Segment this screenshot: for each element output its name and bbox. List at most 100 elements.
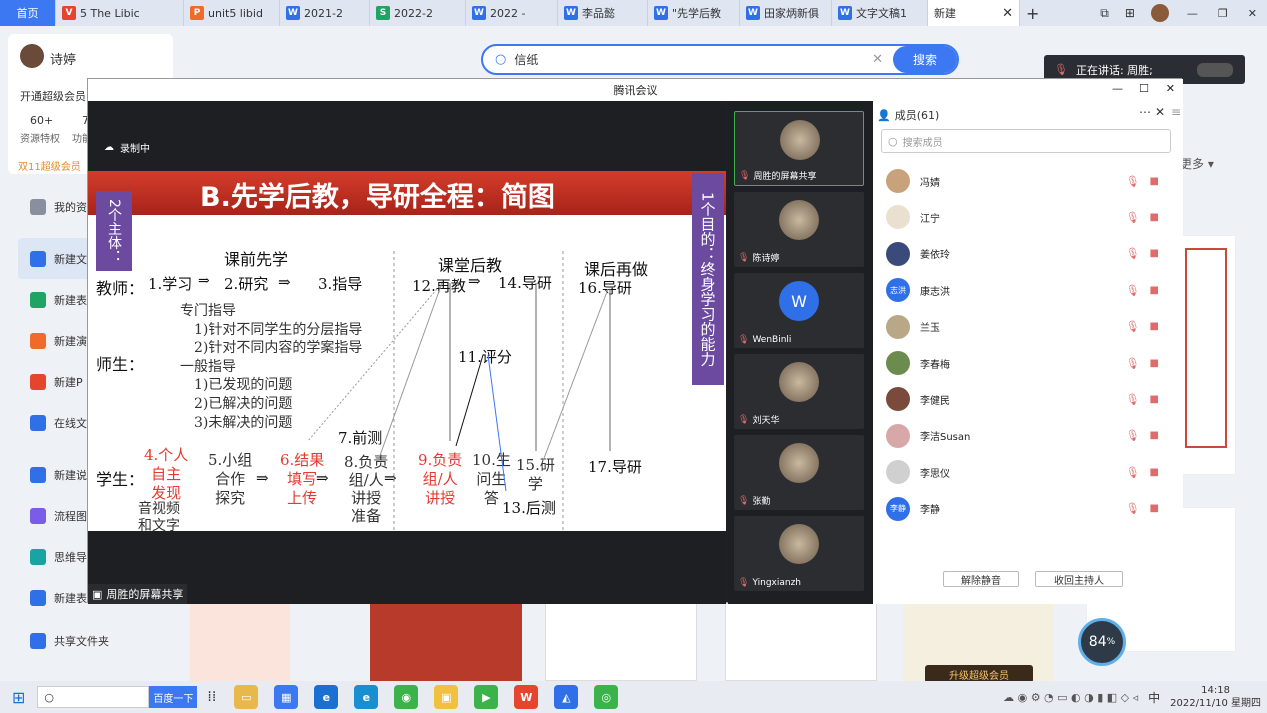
clear-icon[interactable]: ✕: [872, 52, 883, 67]
tab-document[interactable]: W 2021-2: [280, 0, 370, 26]
camera-off-icon[interactable]: ■: [1150, 394, 1159, 405]
camera-off-icon[interactable]: ■: [1150, 430, 1159, 441]
video-tile[interactable]: 🎙 张勤: [734, 435, 864, 510]
member-row[interactable]: 冯婧 🎙 ■: [873, 163, 1173, 199]
mic-muted-icon[interactable]: 🎙: [1126, 284, 1140, 297]
member-row[interactable]: 李思仪 🎙 ■: [873, 454, 1173, 490]
edge-icon[interactable]: e: [354, 685, 379, 709]
app-icon[interactable]: ◉: [394, 685, 419, 709]
template-card[interactable]: [1176, 235, 1236, 475]
mic-muted-icon[interactable]: 🎙: [1126, 466, 1140, 479]
tab-document[interactable]: W "先学后教: [648, 0, 740, 26]
reclaim-host-button[interactable]: 收回主持人: [1035, 571, 1123, 587]
member-search-input[interactable]: ○ 搜索成员: [881, 129, 1171, 153]
member-row[interactable]: 李洁Susan 🎙 ■: [873, 418, 1173, 454]
maximize-icon[interactable]: ☐: [1139, 82, 1149, 95]
task-view-icon[interactable]: ⁞⁞: [207, 689, 216, 705]
mic-muted-icon[interactable]: 🎙: [1126, 320, 1140, 333]
camera-off-icon[interactable]: ■: [1150, 176, 1159, 187]
more-link[interactable]: 更多 ▾: [1180, 155, 1214, 172]
sidebar-item[interactable]: 新建表: [18, 279, 93, 320]
search-input[interactable]: 信纸: [514, 51, 872, 68]
close-icon[interactable]: ✕: [1166, 82, 1175, 95]
play-icon[interactable]: ▶: [474, 685, 499, 709]
tencent-meeting-icon[interactable]: ◭: [554, 685, 579, 709]
camera-off-icon[interactable]: ■: [1150, 321, 1159, 332]
minimize-icon[interactable]: —: [1187, 7, 1198, 20]
ie-icon[interactable]: e: [314, 685, 339, 709]
sidebar-item[interactable]: 新建演: [18, 320, 93, 361]
app-icon[interactable]: ▣: [434, 685, 459, 709]
video-tile[interactable]: 🎙 刘天华: [734, 354, 864, 429]
search-button[interactable]: 搜索: [893, 46, 957, 73]
mic-muted-icon[interactable]: 🎙: [1126, 393, 1140, 406]
mic-muted-icon[interactable]: 🎙: [1126, 175, 1140, 188]
video-tile[interactable]: 🎙 Yingxianzh: [734, 516, 864, 591]
mic-muted-icon[interactable]: 🎙: [1126, 247, 1140, 260]
mic-muted-icon[interactable]: 🎙: [1126, 502, 1140, 515]
new-tab-button[interactable]: +: [1020, 0, 1045, 26]
sidebar-item[interactable]: 我的资: [18, 186, 93, 227]
mic-muted-icon[interactable]: 🎙: [1126, 211, 1140, 224]
member-row[interactable]: 李春梅 🎙 ■: [873, 345, 1173, 381]
camera-off-icon[interactable]: ■: [1150, 248, 1159, 259]
window-icon[interactable]: ⧉: [1100, 6, 1109, 21]
promo-link[interactable]: 双11超级会员: [18, 158, 81, 173]
member-row[interactable]: 江宁 🎙 ■: [873, 199, 1173, 235]
store-icon[interactable]: ▦: [274, 685, 299, 709]
sidebar-item[interactable]: 流程图: [18, 495, 93, 536]
ime-indicator[interactable]: 中: [1148, 689, 1160, 706]
template-card[interactable]: [545, 603, 697, 681]
speed-widget[interactable]: 84%: [1078, 618, 1126, 666]
file-explorer-icon[interactable]: ▭: [234, 685, 259, 709]
tab-document[interactable]: S 2022-2: [370, 0, 466, 26]
member-row[interactable]: 李静 李静 🎙 ■: [873, 491, 1173, 527]
camera-off-icon[interactable]: ■: [1150, 285, 1159, 296]
video-tile[interactable]: 🎙 周胜的屏幕共享: [734, 111, 864, 186]
template-card[interactable]: [370, 603, 522, 681]
member-row[interactable]: 李健民 🎙 ■: [873, 381, 1173, 417]
tab-new[interactable]: 新建 ✕: [928, 0, 1020, 26]
tab-document[interactable]: Punit5 libid: [184, 0, 280, 26]
tab-document[interactable]: W 文字文稿1: [832, 0, 928, 26]
vip-text[interactable]: 开通超级会员: [20, 88, 86, 104]
grid-icon[interactable]: ⊞: [1125, 6, 1135, 20]
close-icon[interactable]: ✕: [1002, 6, 1013, 21]
search-bar[interactable]: ○ 信纸 ✕ 搜索: [481, 44, 959, 75]
sidebar-item[interactable]: 新建说: [18, 454, 93, 495]
menu-icon[interactable]: ≡: [1171, 105, 1181, 119]
tab-document[interactable]: W 李品懿: [558, 0, 648, 26]
member-row[interactable]: 姜依玲 🎙 ■: [873, 236, 1173, 272]
sidebar-item[interactable]: 新建表: [18, 577, 93, 618]
minimize-icon[interactable]: —: [1112, 82, 1123, 95]
taskbar-search-input[interactable]: ○: [37, 686, 150, 708]
tab-document[interactable]: W 2022 -: [466, 0, 558, 26]
windows-start-icon[interactable]: ⊞: [12, 688, 25, 707]
sidebar-item[interactable]: 共享文件夹: [18, 620, 109, 661]
tab-home[interactable]: 首页: [0, 0, 56, 26]
maximize-icon[interactable]: ❐: [1218, 7, 1228, 20]
member-row[interactable]: 兰玉 🎙 ■: [873, 309, 1173, 345]
member-row[interactable]: 志洪 康志洪 🎙 ■: [873, 272, 1173, 308]
template-card[interactable]: 升级超级会员: [903, 603, 1053, 683]
close-icon[interactable]: ✕: [1248, 7, 1257, 20]
camera-off-icon[interactable]: ■: [1150, 358, 1159, 369]
more-icon[interactable]: ⋯: [1139, 105, 1151, 119]
clock[interactable]: 14:18 2022/11/10 星期四: [1170, 684, 1261, 710]
tab-document[interactable]: V5 The Libic: [56, 0, 184, 26]
sidebar-item[interactable]: 在线文: [18, 402, 93, 443]
mic-muted-icon[interactable]: 🎙: [1126, 429, 1140, 442]
camera-off-icon[interactable]: ■: [1150, 467, 1159, 478]
camera-off-icon[interactable]: ■: [1150, 503, 1159, 514]
screen-share-area[interactable]: ☁ 录制中 B.先学后教，导研全程：简图 2个主体： 1个目的：终身学习的能力 课…: [88, 101, 726, 604]
video-tile[interactable]: W 🎙 WenBinli: [734, 273, 864, 348]
avatar[interactable]: [1150, 4, 1169, 22]
template-card[interactable]: [190, 603, 290, 681]
avatar[interactable]: [20, 44, 44, 68]
video-tile[interactable]: 🎙 陈诗婷: [734, 192, 864, 267]
camera-off-icon[interactable]: ■: [1150, 212, 1159, 223]
close-icon[interactable]: ✕: [1155, 105, 1165, 119]
unmute-all-button[interactable]: 解除静音: [943, 571, 1019, 587]
wechat-icon[interactable]: ◎: [594, 685, 619, 709]
tab-document[interactable]: W 田家炳新俱: [740, 0, 832, 26]
